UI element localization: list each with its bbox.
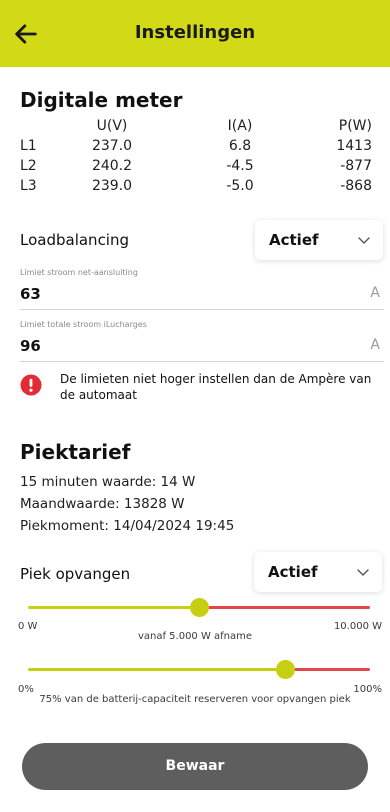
- peak-catch-value: Actief: [268, 563, 318, 581]
- meter-header-row: U(V) I(A) P(W): [20, 118, 372, 138]
- peak-section-title: Piektarief: [20, 440, 131, 464]
- slider-track-inactive: [199, 606, 370, 609]
- limit-total-label: Limiet totale stroom iLucharges: [20, 320, 147, 329]
- limit-grid-label: Limiet stroom net-aansluiting: [20, 268, 138, 277]
- chevron-down-icon: [357, 569, 369, 576]
- meter-table: U(V) I(A) P(W) L1 237.0 6.8 1413 L2 240.…: [20, 118, 372, 198]
- limit-total-value[interactable]: 96: [20, 337, 41, 355]
- quarter-value: 15 minuten waarde: 14 W: [20, 474, 196, 490]
- slider-track-inactive: [285, 668, 370, 671]
- battery-reserve-slider[interactable]: [28, 660, 370, 681]
- current-value: -4.5: [226, 158, 254, 174]
- power-value: -877: [340, 158, 372, 174]
- meter-section-title: Digitale meter: [20, 88, 183, 112]
- power-value: 1413: [336, 138, 372, 154]
- table-row: L2 240.2 -4.5 -877: [20, 158, 372, 178]
- peak-catch-select[interactable]: Actief: [254, 552, 382, 592]
- meter-header-power: P(W): [338, 118, 372, 134]
- save-button[interactable]: Bewaar: [22, 743, 368, 790]
- alert-circle-icon: [20, 374, 42, 396]
- limit-total-unit: A: [370, 337, 380, 353]
- phase-label: L2: [20, 158, 37, 174]
- limit-grid-value[interactable]: 63: [20, 285, 41, 303]
- slider-track-active: [28, 606, 199, 609]
- peak-moment: Piekmoment: 14/04/2024 19:45: [20, 518, 235, 534]
- voltage-value: 240.2: [91, 158, 133, 174]
- phase-label: L1: [20, 138, 37, 154]
- peak-catch-label: Piek opvangen: [20, 565, 131, 583]
- table-row: L1 237.0 6.8 1413: [20, 138, 372, 158]
- chevron-down-icon: [358, 237, 370, 244]
- power-value: -868: [340, 178, 372, 194]
- meter-header-current: I(A): [227, 118, 253, 134]
- current-value: 6.8: [228, 138, 252, 154]
- app-header: Instellingen: [0, 0, 390, 67]
- slider-thumb[interactable]: [276, 660, 295, 679]
- loadbalancing-label: Loadbalancing: [20, 231, 130, 249]
- power-threshold-slider[interactable]: [28, 598, 370, 619]
- limit-grid-field[interactable]: Limiet stroom net-aansluiting 63 A: [20, 268, 384, 310]
- power-slider-caption: vanaf 5.000 W afname: [137, 631, 253, 642]
- table-row: L3 239.0 -5.0 -868: [20, 178, 372, 198]
- current-value: -5.0: [226, 178, 254, 194]
- warning-text: De limieten niet hoger instellen dan de …: [60, 372, 372, 402]
- voltage-value: 239.0: [91, 178, 133, 194]
- phase-label: L3: [20, 178, 37, 194]
- limit-warning: De limieten niet hoger instellen dan de …: [20, 371, 380, 407]
- voltage-value: 237.0: [91, 138, 133, 154]
- battery-slider-caption: 75% van de batterij-capaciteit reservere…: [39, 694, 351, 705]
- loadbalancing-value: Actief: [269, 231, 319, 249]
- meter-header-voltage: U(V): [96, 118, 128, 134]
- limit-grid-unit: A: [370, 285, 380, 301]
- page-title: Instellingen: [134, 22, 256, 43]
- slider-track-active: [28, 668, 285, 671]
- month-value: Maandwaarde: 13828 W: [20, 496, 185, 512]
- loadbalancing-select[interactable]: Actief: [255, 220, 383, 260]
- limit-total-field[interactable]: Limiet totale stroom iLucharges 96 A: [20, 320, 384, 362]
- slider-thumb[interactable]: [190, 598, 209, 617]
